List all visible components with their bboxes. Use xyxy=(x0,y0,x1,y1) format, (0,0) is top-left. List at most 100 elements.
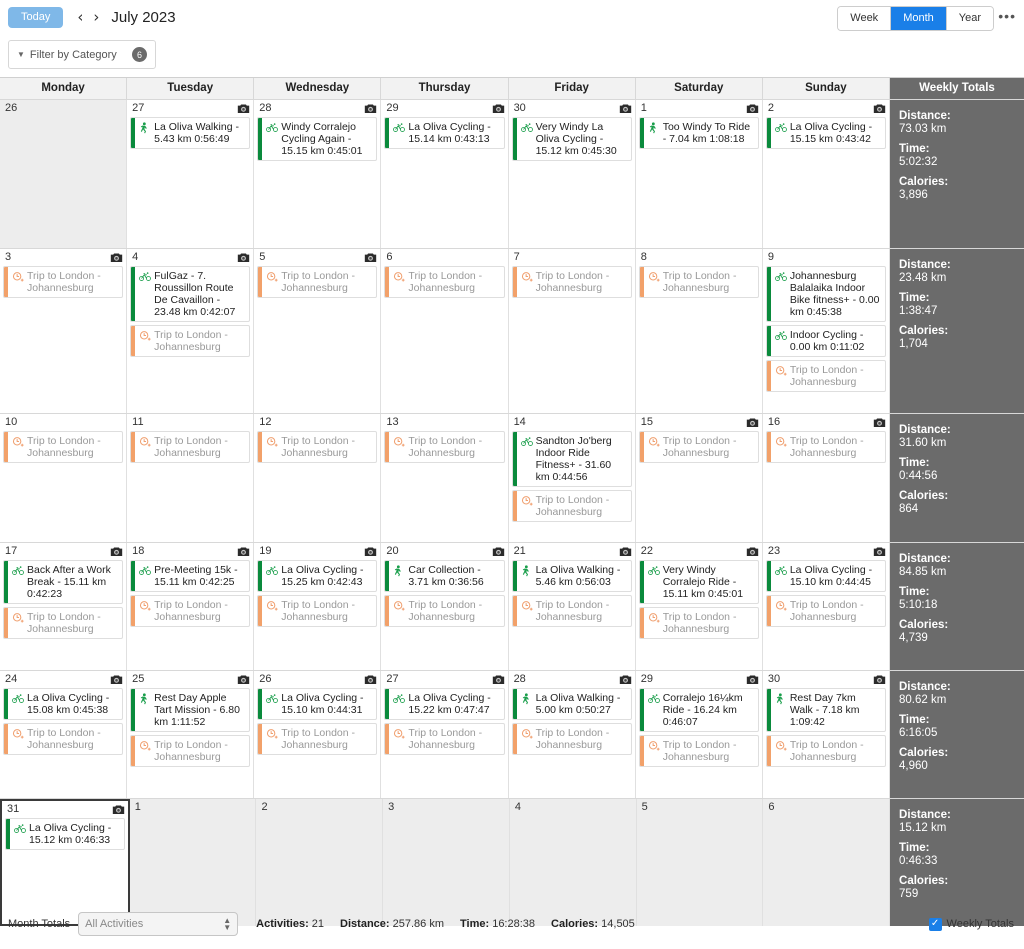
calendar-day-cell[interactable]: 12Trip to London - Johannesburg xyxy=(254,414,381,542)
trip-event[interactable]: Trip to London - Johannesburg xyxy=(512,595,632,627)
calendar-day-cell[interactable]: 10Trip to London - Johannesburg xyxy=(0,414,127,542)
chevron-right-icon[interactable]: › xyxy=(93,10,99,25)
camera-icon[interactable] xyxy=(619,674,632,685)
camera-icon[interactable] xyxy=(237,546,250,557)
calendar-day-cell[interactable]: 11Trip to London - Johannesburg xyxy=(127,414,254,542)
camera-icon[interactable] xyxy=(492,674,505,685)
camera-icon[interactable] xyxy=(364,252,377,263)
view-year-button[interactable]: Year xyxy=(947,7,993,30)
trip-event[interactable]: Trip to London - Johannesburg xyxy=(3,723,123,755)
activity-event[interactable]: La Oliva Walking - 5.43 km 0:56:49 xyxy=(130,117,250,149)
activity-event[interactable]: Car Collection - 3.71 km 0:36:56 xyxy=(384,560,504,592)
camera-icon[interactable] xyxy=(873,546,886,557)
activity-event[interactable]: Sandton Jo'berg Indoor Ride Fitness+ - 3… xyxy=(512,431,632,487)
camera-icon[interactable] xyxy=(110,546,123,557)
trip-event[interactable]: Trip to London - Johannesburg xyxy=(766,595,886,627)
activity-event[interactable]: Rest Day 7km Walk - 7.18 km 1:09:42 xyxy=(766,688,886,732)
trip-event[interactable]: Trip to London - Johannesburg xyxy=(639,607,759,639)
calendar-day-cell[interactable]: 27La Oliva Cycling - 15.22 km 0:47:47Tri… xyxy=(381,671,508,798)
calendar-day-cell[interactable]: 29Corralejo 16¼km Ride - 16.24 km 0:46:0… xyxy=(636,671,763,798)
filter-by-category-button[interactable]: ▼ Filter by Category 6 xyxy=(8,40,156,69)
camera-icon[interactable] xyxy=(364,103,377,114)
activity-event[interactable]: La Oliva Walking - 5.00 km 0:50:27 xyxy=(512,688,632,720)
activity-event[interactable]: Pre-Meeting 15k - 15.11 km 0:42:25 xyxy=(130,560,250,592)
calendar-day-cell[interactable]: 25Rest Day Apple Tart Mission - 6.80 km … xyxy=(127,671,254,798)
calendar-day-cell[interactable]: 20Car Collection - 3.71 km 0:36:56Trip t… xyxy=(381,543,508,670)
camera-icon[interactable] xyxy=(364,674,377,685)
camera-icon[interactable] xyxy=(364,546,377,557)
calendar-day-cell[interactable]: 18Pre-Meeting 15k - 15.11 km 0:42:25Trip… xyxy=(127,543,254,670)
activity-event[interactable]: Johannesburg Balalaika Indoor Bike fitne… xyxy=(766,266,886,322)
trip-event[interactable]: Trip to London - Johannesburg xyxy=(512,490,632,522)
calendar-day-cell[interactable]: 15Trip to London - Johannesburg xyxy=(636,414,763,542)
activity-event[interactable]: La Oliva Walking - 5.46 km 0:56:03 xyxy=(512,560,632,592)
camera-icon[interactable] xyxy=(492,103,505,114)
activity-event[interactable]: La Oliva Cycling - 15.22 km 0:47:47 xyxy=(384,688,504,720)
trip-event[interactable]: Trip to London - Johannesburg xyxy=(384,723,504,755)
activity-event[interactable]: Back After a Work Break - 15.11 km 0:42:… xyxy=(3,560,123,604)
activity-event[interactable]: Indoor Cycling - 0.00 km 0:11:02 xyxy=(766,325,886,357)
activity-event[interactable]: La Oliva Cycling - 15.15 km 0:43:42 xyxy=(766,117,886,149)
activity-event[interactable]: Windy Corralejo Cycling Again - 15.15 km… xyxy=(257,117,377,161)
camera-icon[interactable] xyxy=(237,103,250,114)
calendar-day-cell[interactable]: 17Back After a Work Break - 15.11 km 0:4… xyxy=(0,543,127,670)
calendar-day-cell[interactable]: 23La Oliva Cycling - 15.10 km 0:44:45Tri… xyxy=(763,543,890,670)
calendar-day-cell[interactable]: 16Trip to London - Johannesburg xyxy=(763,414,890,542)
activity-event[interactable]: La Oliva Cycling - 15.10 km 0:44:31 xyxy=(257,688,377,720)
trip-event[interactable]: Trip to London - Johannesburg xyxy=(257,723,377,755)
camera-icon[interactable] xyxy=(237,252,250,263)
calendar-day-cell[interactable]: 22Very Windy Corralejo Ride - 15.11 km 0… xyxy=(636,543,763,670)
calendar-day-cell[interactable]: 28La Oliva Walking - 5.00 km 0:50:27Trip… xyxy=(509,671,636,798)
trip-event[interactable]: Trip to London - Johannesburg xyxy=(3,431,123,463)
trip-event[interactable]: Trip to London - Johannesburg xyxy=(384,266,504,298)
more-options-icon[interactable]: ••• xyxy=(998,8,1016,24)
trip-event[interactable]: Trip to London - Johannesburg xyxy=(3,266,123,298)
calendar-day-cell[interactable]: 1Too Windy To Ride - 7.04 km 1:08:18 xyxy=(636,100,763,248)
calendar-day-cell[interactable]: 13Trip to London - Johannesburg xyxy=(381,414,508,542)
chevron-left-icon[interactable]: ‹ xyxy=(77,10,83,25)
trip-event[interactable]: Trip to London - Johannesburg xyxy=(130,735,250,767)
camera-icon[interactable] xyxy=(746,674,759,685)
camera-icon[interactable] xyxy=(112,804,125,815)
activity-event[interactable]: La Oliva Cycling - 15.14 km 0:43:13 xyxy=(384,117,504,149)
calendar-day-cell[interactable]: 24La Oliva Cycling - 15.08 km 0:45:38Tri… xyxy=(0,671,127,798)
calendar-day-cell[interactable]: 2La Oliva Cycling - 15.15 km 0:43:42 xyxy=(763,100,890,248)
camera-icon[interactable] xyxy=(873,417,886,428)
activity-event[interactable]: La Oliva Cycling - 15.25 km 0:42:43 xyxy=(257,560,377,592)
camera-icon[interactable] xyxy=(110,674,123,685)
calendar-day-cell[interactable]: 6Trip to London - Johannesburg xyxy=(381,249,508,413)
today-button[interactable]: Today xyxy=(8,7,63,28)
trip-event[interactable]: Trip to London - Johannesburg xyxy=(257,595,377,627)
calendar-day-cell[interactable]: 8Trip to London - Johannesburg xyxy=(636,249,763,413)
calendar-day-cell[interactable]: 3Trip to London - Johannesburg xyxy=(0,249,127,413)
camera-icon[interactable] xyxy=(110,252,123,263)
camera-icon[interactable] xyxy=(492,546,505,557)
calendar-day-cell[interactable]: 4FulGaz - 7. Roussillon Route De Cavaill… xyxy=(127,249,254,413)
trip-event[interactable]: Trip to London - Johannesburg xyxy=(639,431,759,463)
calendar-day-cell[interactable]: 26 xyxy=(0,100,127,248)
camera-icon[interactable] xyxy=(873,674,886,685)
trip-event[interactable]: Trip to London - Johannesburg xyxy=(257,266,377,298)
trip-event[interactable]: Trip to London - Johannesburg xyxy=(512,723,632,755)
calendar-day-cell[interactable]: 21La Oliva Walking - 5.46 km 0:56:03Trip… xyxy=(509,543,636,670)
trip-event[interactable]: Trip to London - Johannesburg xyxy=(257,431,377,463)
calendar-day-cell[interactable]: 27La Oliva Walking - 5.43 km 0:56:49 xyxy=(127,100,254,248)
trip-event[interactable]: Trip to London - Johannesburg xyxy=(766,735,886,767)
calendar-day-cell[interactable]: 5Trip to London - Johannesburg xyxy=(254,249,381,413)
trip-event[interactable]: Trip to London - Johannesburg xyxy=(639,266,759,298)
calendar-day-cell[interactable]: 29La Oliva Cycling - 15.14 km 0:43:13 xyxy=(381,100,508,248)
activity-event[interactable]: Very Windy Corralejo Ride - 15.11 km 0:4… xyxy=(639,560,759,604)
calendar-day-cell[interactable]: 9Johannesburg Balalaika Indoor Bike fitn… xyxy=(763,249,890,413)
activity-event[interactable]: Rest Day Apple Tart Mission - 6.80 km 1:… xyxy=(130,688,250,732)
camera-icon[interactable] xyxy=(873,103,886,114)
camera-icon[interactable] xyxy=(746,103,759,114)
trip-event[interactable]: Trip to London - Johannesburg xyxy=(512,266,632,298)
trip-event[interactable]: Trip to London - Johannesburg xyxy=(384,595,504,627)
trip-event[interactable]: Trip to London - Johannesburg xyxy=(3,607,123,639)
calendar-day-cell[interactable]: 30Rest Day 7km Walk - 7.18 km 1:09:42Tri… xyxy=(763,671,890,798)
view-week-button[interactable]: Week xyxy=(838,7,891,30)
weekly-totals-checkbox[interactable]: ✓ Weekly Totals xyxy=(929,918,1014,931)
calendar-day-cell[interactable]: 19La Oliva Cycling - 15.25 km 0:42:43Tri… xyxy=(254,543,381,670)
trip-event[interactable]: Trip to London - Johannesburg xyxy=(130,431,250,463)
activity-event[interactable]: La Oliva Cycling - 15.08 km 0:45:38 xyxy=(3,688,123,720)
